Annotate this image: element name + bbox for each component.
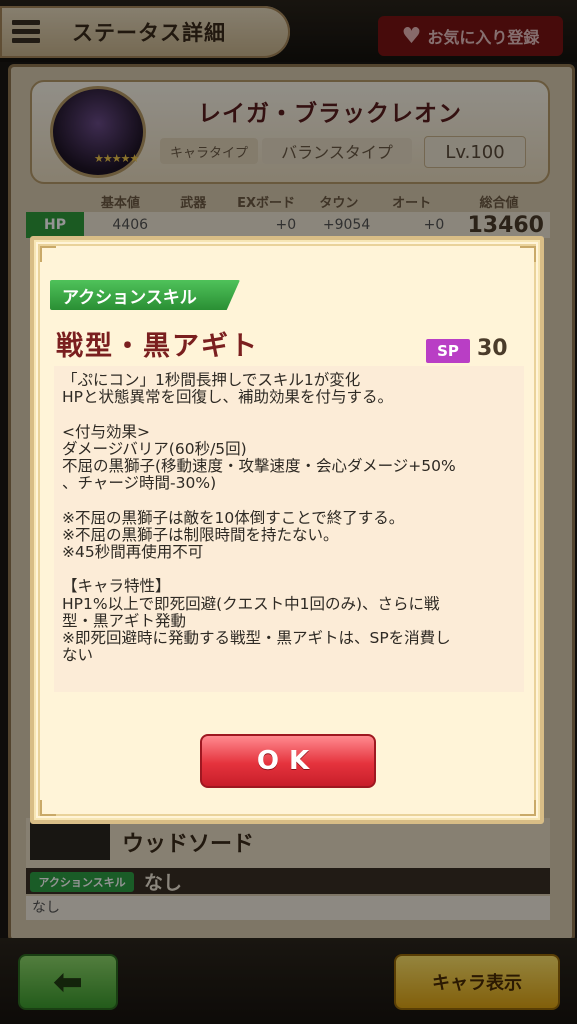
sp-value: 30 bbox=[477, 336, 508, 361]
dialog-corner-ornament bbox=[40, 246, 56, 262]
dialog-corner-ornament bbox=[520, 246, 536, 262]
ok-button[interactable]: OK bbox=[200, 734, 376, 788]
skill-type-tag: アクションスキル bbox=[50, 280, 240, 310]
skill-name: 戦型・黒アギト bbox=[56, 331, 259, 362]
dialog-corner-ornament bbox=[520, 800, 536, 816]
dialog-corner-ornament bbox=[40, 800, 56, 816]
sp-label: SP bbox=[426, 339, 470, 363]
skill-description: 「ぷにコン」1秒間長押しでスキル1が変化 HPと状態異常を回復し、補助効果を付与… bbox=[62, 371, 456, 665]
